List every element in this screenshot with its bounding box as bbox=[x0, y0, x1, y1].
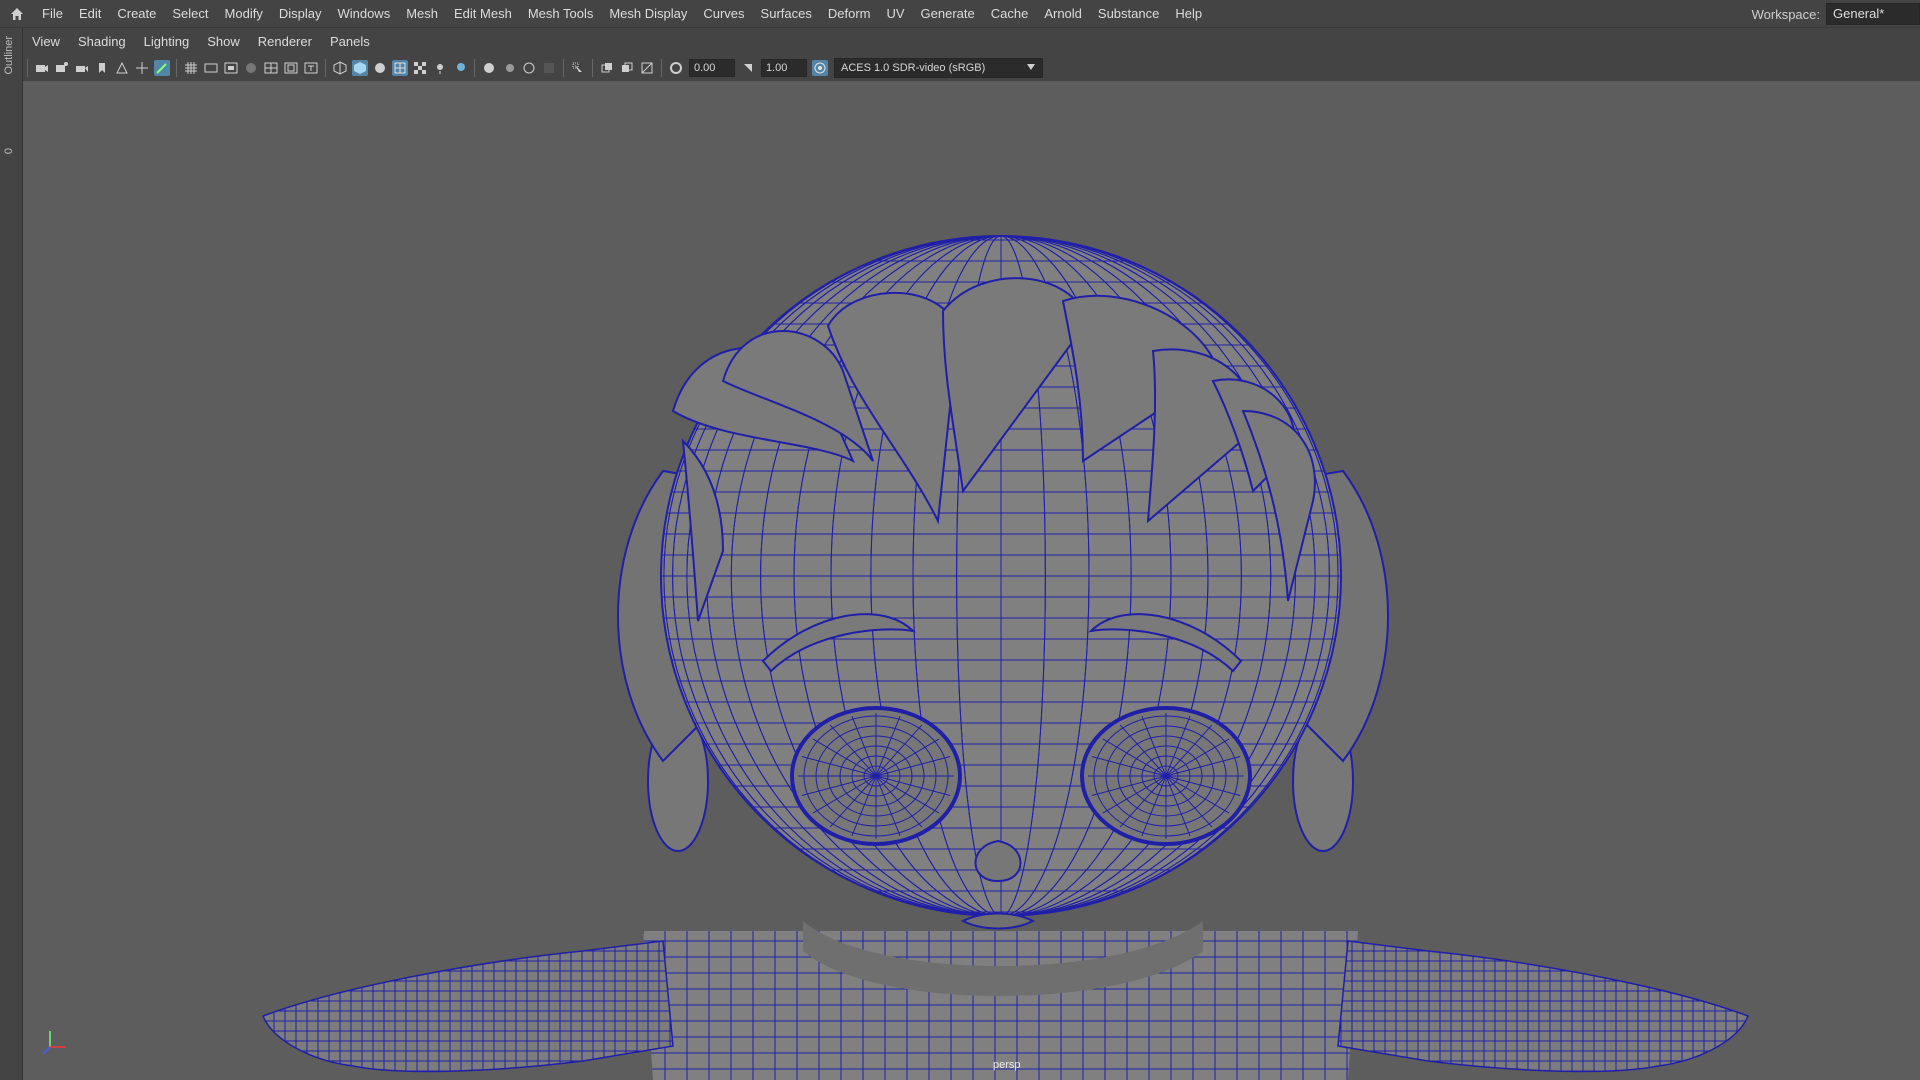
camera-name-label: persp bbox=[993, 1059, 1021, 1071]
workspace-label: Workspace: bbox=[1751, 6, 1820, 22]
camera-attributes-icon[interactable] bbox=[74, 60, 90, 76]
depth-of-field-icon[interactable] bbox=[541, 60, 557, 76]
screen-space-ao-icon[interactable] bbox=[481, 60, 497, 76]
xray-joints-icon[interactable] bbox=[619, 60, 635, 76]
menu-arnold[interactable]: Arnold bbox=[1036, 0, 1090, 28]
menu-deform[interactable]: Deform bbox=[820, 0, 879, 28]
color-space-label: ACES 1.0 SDR-video (sRGB) bbox=[841, 62, 986, 74]
torso-mesh bbox=[643, 931, 1358, 1080]
menu-edit-mesh[interactable]: Edit Mesh bbox=[446, 0, 520, 28]
toolbar-separator bbox=[563, 59, 564, 77]
right-arm-mesh bbox=[1337, 940, 1749, 1073]
default-material-icon[interactable] bbox=[372, 60, 388, 76]
gate-mask-icon[interactable] bbox=[243, 60, 259, 76]
grease-pencil-icon[interactable] bbox=[154, 60, 170, 76]
toolbar-separator bbox=[592, 59, 593, 77]
home-icon[interactable] bbox=[0, 0, 34, 28]
use-all-lights-icon[interactable] bbox=[432, 60, 448, 76]
menu-help[interactable]: Help bbox=[1167, 0, 1210, 28]
exposure-icon[interactable] bbox=[668, 60, 684, 76]
smooth-shade-icon[interactable] bbox=[352, 60, 368, 76]
gamma-icon[interactable] bbox=[740, 60, 756, 76]
anti-aliasing-icon[interactable] bbox=[521, 60, 537, 76]
safe-action-icon[interactable] bbox=[283, 60, 299, 76]
menu-edit[interactable]: Edit bbox=[71, 0, 109, 28]
left-side-strip: Outliner 0 bbox=[0, 28, 23, 1080]
menu-modify[interactable]: Modify bbox=[217, 0, 271, 28]
resolution-gate-icon[interactable] bbox=[223, 60, 239, 76]
xray-icon[interactable] bbox=[599, 60, 615, 76]
panel-menu-panels[interactable]: Panels bbox=[321, 34, 379, 49]
menu-select[interactable]: Select bbox=[164, 0, 216, 28]
select-camera-icon[interactable] bbox=[34, 60, 50, 76]
toolbar-separator bbox=[474, 59, 475, 77]
menu-mesh-tools[interactable]: Mesh Tools bbox=[520, 0, 602, 28]
panel-toolbar: 0.00 1.00 ACES 1.0 SDR-video (sRGB) bbox=[23, 55, 1920, 82]
gamma-field[interactable]: 1.00 bbox=[761, 59, 807, 77]
isolate-select-icon[interactable] bbox=[570, 60, 586, 76]
film-gate-icon[interactable] bbox=[203, 60, 219, 76]
workspace-area: Workspace: General* bbox=[1752, 0, 1920, 28]
menu-mesh[interactable]: Mesh bbox=[398, 0, 446, 28]
menu-file[interactable]: File bbox=[34, 0, 71, 28]
menu-curves[interactable]: Curves bbox=[695, 0, 752, 28]
toolbar-separator bbox=[176, 59, 177, 77]
panel-menu-shading[interactable]: Shading bbox=[69, 34, 135, 49]
safe-title-icon[interactable] bbox=[303, 60, 319, 76]
menu-generate[interactable]: Generate bbox=[913, 0, 983, 28]
nose-mesh bbox=[974, 839, 1022, 883]
menu-cache[interactable]: Cache bbox=[983, 0, 1037, 28]
panel-menu-view[interactable]: View bbox=[23, 34, 69, 49]
menu-surfaces[interactable]: Surfaces bbox=[753, 0, 820, 28]
image-plane-icon[interactable] bbox=[114, 60, 130, 76]
field-chart-icon[interactable] bbox=[263, 60, 279, 76]
menu-create[interactable]: Create bbox=[109, 0, 164, 28]
color-space-select[interactable]: ACES 1.0 SDR-video (sRGB) bbox=[834, 58, 1043, 78]
side-counter: 0 bbox=[3, 148, 15, 155]
toolbar-separator bbox=[661, 59, 662, 77]
menu-mesh-display[interactable]: Mesh Display bbox=[601, 0, 695, 28]
outliner-tab[interactable]: Outliner bbox=[3, 36, 15, 75]
grid-icon[interactable] bbox=[183, 60, 199, 76]
left-eye-mesh bbox=[790, 706, 962, 846]
shadows-icon[interactable] bbox=[452, 60, 468, 76]
chevron-down-icon bbox=[1026, 59, 1036, 77]
toolbar-separator bbox=[27, 59, 28, 77]
menu-substance[interactable]: Substance bbox=[1090, 0, 1167, 28]
menu-display[interactable]: Display bbox=[271, 0, 330, 28]
workspace-select[interactable]: General* bbox=[1826, 3, 1920, 25]
panel-menu-lighting[interactable]: Lighting bbox=[135, 34, 199, 49]
character-wireframe-model bbox=[42, 235, 1749, 1080]
lock-camera-icon[interactable] bbox=[54, 60, 70, 76]
backface-culling-icon[interactable] bbox=[639, 60, 655, 76]
exposure-field[interactable]: 0.00 bbox=[689, 59, 735, 77]
persp-viewport[interactable]: persp bbox=[23, 81, 1920, 1080]
toolbar-separator bbox=[325, 59, 326, 77]
motion-blur-icon[interactable] bbox=[501, 60, 517, 76]
main-menubar: File Edit Create Select Modify Display W… bbox=[0, 0, 1920, 28]
panel-menu-show[interactable]: Show bbox=[198, 34, 249, 49]
right-eye-mesh bbox=[1080, 706, 1252, 846]
wireframe-icon[interactable] bbox=[332, 60, 348, 76]
menu-uv[interactable]: UV bbox=[878, 0, 912, 28]
left-arm-mesh bbox=[262, 940, 674, 1073]
wireframe-on-shaded-icon[interactable] bbox=[392, 60, 408, 76]
2d-pan-zoom-icon[interactable] bbox=[134, 60, 150, 76]
menu-windows[interactable]: Windows bbox=[329, 0, 398, 28]
color-management-icon[interactable] bbox=[812, 60, 828, 76]
bookmark-icon[interactable] bbox=[94, 60, 110, 76]
panel-menu-renderer[interactable]: Renderer bbox=[249, 34, 321, 49]
view-axis-gizmo bbox=[42, 1031, 66, 1055]
panel-menubar: View Shading Lighting Show Renderer Pane… bbox=[23, 28, 1920, 55]
textured-icon[interactable] bbox=[412, 60, 428, 76]
